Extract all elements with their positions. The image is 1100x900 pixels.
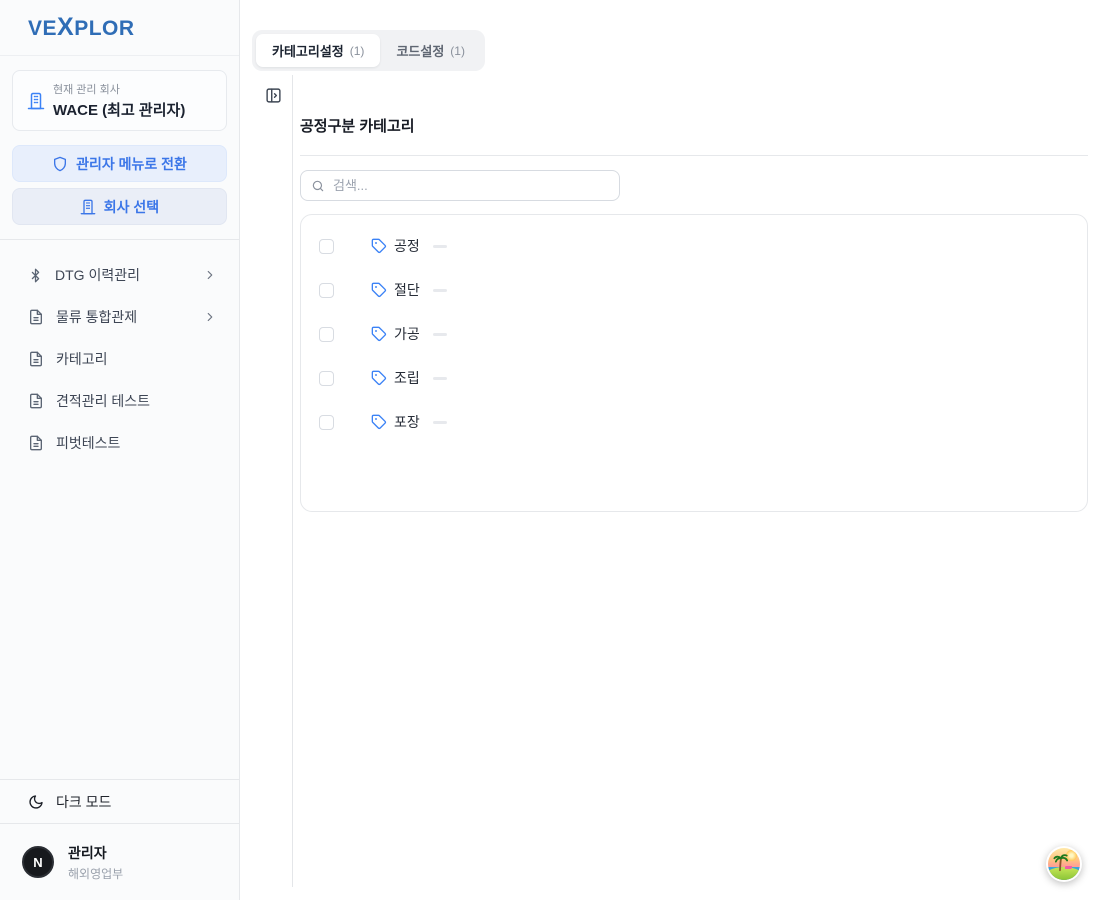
app-root: VEXPLOR 현재 관리 회사 WACE (최고 관리자) 관리자 메뉴로 전…	[0, 0, 1100, 900]
sidebar-item-label: 카테고리	[56, 349, 217, 369]
row-dash	[433, 289, 447, 292]
user-name: 관리자	[68, 843, 123, 863]
tab-count: (1)	[450, 44, 465, 58]
palm-tree-icon	[1051, 852, 1069, 877]
document-icon	[28, 309, 44, 325]
category-row: 절단	[301, 268, 1087, 312]
switch-admin-menu-button[interactable]: 관리자 메뉴로 전환	[12, 145, 227, 182]
document-icon	[28, 435, 44, 451]
sidebar-item-dtg-history[interactable]: DTG 이력관리	[12, 254, 227, 296]
sidebar: VEXPLOR 현재 관리 회사 WACE (최고 관리자) 관리자 메뉴로 전…	[0, 0, 240, 900]
category-checkbox[interactable]	[319, 327, 334, 342]
tab-category-settings[interactable]: 카테고리설정 (1)	[256, 34, 380, 67]
main-area: 카테고리설정 (1) 코드설정 (1) 공정구분 카테고리	[240, 0, 1100, 900]
sidebar-item-pivot-test[interactable]: 피벗테스트	[12, 422, 227, 464]
settings-tabbar: 카테고리설정 (1) 코드설정 (1)	[252, 30, 485, 71]
avatar: N	[22, 846, 54, 878]
row-dash	[433, 377, 447, 380]
sidebar-nav: DTG 이력관리 물류 통합관제 카테고리	[0, 240, 239, 464]
category-label[interactable]: 조립	[394, 368, 420, 388]
logo-x: X	[57, 13, 74, 41]
category-checkbox[interactable]	[319, 283, 334, 298]
search-input[interactable]	[333, 178, 609, 193]
title-divider	[300, 155, 1088, 156]
panel-divider[interactable]	[292, 75, 293, 887]
sidebar-item-category[interactable]: 카테고리	[12, 338, 227, 380]
logo-plor: PLOR	[74, 17, 134, 40]
row-dash	[433, 333, 447, 336]
tag-icon	[371, 282, 387, 298]
sidebar-item-logistics-control[interactable]: 물류 통합관제	[12, 296, 227, 338]
document-icon	[28, 351, 44, 367]
tab-count: (1)	[350, 44, 365, 58]
dark-mode-label: 다크 모드	[56, 792, 111, 812]
category-checkbox[interactable]	[319, 239, 334, 254]
category-search	[300, 170, 620, 201]
category-label[interactable]: 공정	[394, 236, 420, 256]
shield-icon	[52, 156, 68, 172]
logo-ve: VE	[28, 17, 57, 40]
user-department: 해외영업부	[68, 865, 123, 882]
category-row: 포장	[301, 400, 1087, 444]
row-dash	[433, 245, 447, 248]
user-profile[interactable]: N 관리자 해외영업부	[0, 823, 239, 900]
company-name: WACE (최고 관리자)	[53, 99, 185, 120]
dark-mode-toggle[interactable]: 다크 모드	[0, 779, 239, 823]
panel-collapse-icon[interactable]	[261, 83, 285, 107]
tag-icon	[371, 238, 387, 254]
category-row: 조립	[301, 356, 1087, 400]
switch-admin-menu-label: 관리자 메뉴로 전환	[76, 154, 187, 174]
category-label[interactable]: 절단	[394, 280, 420, 300]
select-company-button[interactable]: 회사 선택	[12, 188, 227, 225]
tab-label: 코드설정	[396, 41, 444, 60]
company-card-label: 현재 관리 회사	[53, 81, 185, 97]
category-list-card: 공정 절단	[300, 214, 1088, 512]
sidebar-item-label: 피벗테스트	[56, 433, 217, 453]
tag-icon	[371, 326, 387, 342]
logo-area: VEXPLOR	[0, 0, 239, 56]
category-checkbox[interactable]	[319, 415, 334, 430]
chevron-right-icon	[203, 268, 217, 282]
tag-icon	[371, 414, 387, 430]
category-panel: 공정구분 카테고리 공정	[300, 75, 1088, 512]
tag-icon	[371, 370, 387, 386]
document-icon	[28, 393, 44, 409]
building-icon	[27, 92, 45, 110]
category-checkbox[interactable]	[319, 371, 334, 386]
sidebar-item-label: 견적관리 테스트	[56, 391, 217, 411]
search-icon	[311, 179, 325, 193]
chevron-right-icon	[203, 310, 217, 324]
category-row: 가공	[301, 312, 1087, 356]
tab-code-settings[interactable]: 코드설정 (1)	[380, 34, 481, 67]
panel-title: 공정구분 카테고리	[300, 115, 1088, 136]
sidebar-item-label: DTG 이력관리	[55, 265, 191, 285]
select-company-label: 회사 선택	[104, 197, 159, 217]
category-row: 공정	[301, 224, 1087, 268]
island-widget-button[interactable]	[1046, 846, 1082, 882]
sidebar-item-label: 물류 통합관제	[56, 307, 191, 327]
row-dash	[433, 421, 447, 424]
building-icon	[80, 199, 96, 215]
category-label[interactable]: 포장	[394, 412, 420, 432]
sidebar-item-quote-test[interactable]: 견적관리 테스트	[12, 380, 227, 422]
category-label[interactable]: 가공	[394, 324, 420, 344]
current-company-card: 현재 관리 회사 WACE (최고 관리자)	[12, 70, 227, 131]
tab-label: 카테고리설정	[272, 41, 344, 60]
bluetooth-icon	[28, 268, 43, 283]
vexplor-logo[interactable]: VEXPLOR	[28, 13, 135, 42]
island-image	[1048, 848, 1080, 880]
sidebar-footer: 다크 모드 N 관리자 해외영업부	[0, 779, 239, 900]
moon-icon	[28, 794, 44, 810]
